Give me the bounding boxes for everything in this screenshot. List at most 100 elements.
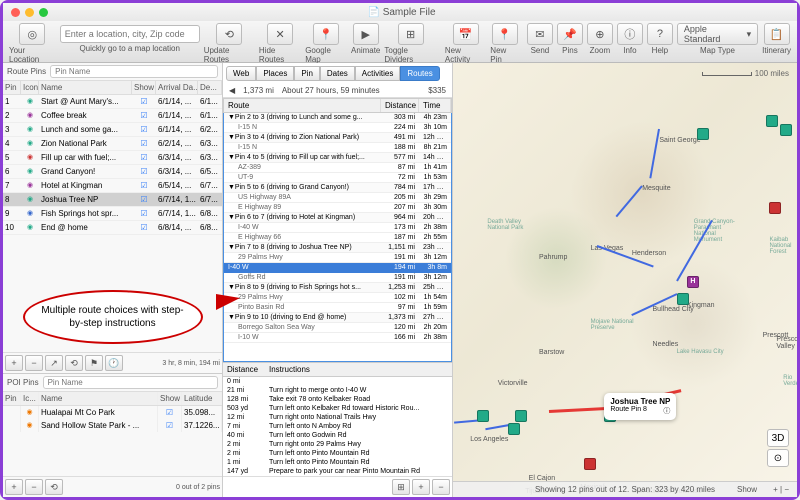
new-pin-button[interactable]: 📍 [492, 23, 518, 45]
instruction-row[interactable]: 0 mi [223, 377, 452, 386]
map-pin[interactable] [515, 410, 527, 422]
route-row[interactable]: I-15 N224 mi3h 10m [224, 123, 451, 133]
map-pin[interactable] [697, 128, 709, 140]
center-tool-3[interactable]: − [432, 479, 450, 495]
map-pin[interactable] [584, 458, 596, 470]
route-pin-row[interactable]: 8◉Joshua Tree NP☑6/7/14, 1...6/7... [3, 193, 222, 207]
route-row[interactable]: I-15 N188 mi8h 21m [224, 143, 451, 153]
remove-button[interactable]: − [25, 355, 43, 371]
instruction-row[interactable]: 1 miTurn left onto Pinto Mountain Rd [223, 458, 452, 467]
update-routes-button[interactable]: ⟲ [216, 23, 242, 45]
route-row[interactable]: UT-972 mi1h 53m [224, 173, 451, 183]
instruction-row[interactable]: 21 miTurn right to merge onto I-40 W [223, 386, 452, 395]
route-pin-row[interactable]: 3◉Lunch and some ga...☑6/1/14, ...6/2... [3, 123, 222, 137]
route-pin-row[interactable]: 6◉Grand Canyon!☑6/3/14, ...6/5... [3, 165, 222, 179]
poi-row[interactable]: ◉Hualapai Mt Co Park☑35.098... [3, 406, 222, 419]
tab-dates[interactable]: Dates [320, 66, 355, 81]
location-search-input[interactable] [60, 25, 200, 43]
route-row[interactable]: ▼Pin 9 to 10 (driving to End @ home)1,37… [224, 313, 451, 323]
pins-button[interactable]: 📌 [557, 23, 583, 45]
flag-icon[interactable]: ⚑ [85, 355, 103, 371]
route-row[interactable]: I-10 W166 mi2h 38m [224, 333, 451, 343]
instruction-row[interactable]: 503 ydTurn left onto Kelbaker Rd toward … [223, 404, 452, 413]
map-pin[interactable] [780, 124, 792, 136]
route-pin-row[interactable]: 1◉Start @ Aunt Mary's...☑6/1/14, ...6/1.… [3, 95, 222, 109]
poi-filter[interactable] [43, 376, 218, 389]
window-controls[interactable] [3, 8, 56, 17]
route-row[interactable]: 29 Palms Hwy102 mi1h 54m [224, 293, 451, 303]
route-row[interactable]: ▼Pin 3 to 4 (driving to Zion National Pa… [224, 133, 451, 143]
add-button[interactable]: + [5, 355, 23, 371]
route-row[interactable]: AZ-38987 mi1h 41m [224, 163, 451, 173]
new-activity-button[interactable]: 📅 [453, 23, 479, 45]
tab-activities[interactable]: Activities [355, 66, 401, 81]
route-pin-row[interactable]: 9◉Fish Springs hot spr...☑6/7/14, 1...6/… [3, 207, 222, 221]
route-row[interactable]: ▼Pin 8 to 9 (driving to Fish Springs hot… [224, 283, 451, 293]
route-pin-row[interactable]: 7◉Hotel at Kingman☑6/5/14, ...6/7... [3, 179, 222, 193]
route-row[interactable]: E Highway 66187 mi2h 55m [224, 233, 451, 243]
minimize-icon[interactable] [25, 8, 34, 17]
map-view[interactable]: 100 miles Las VegasHendersonSaint George… [453, 63, 797, 497]
center-tool-2[interactable]: + [412, 479, 430, 495]
map-pin[interactable]: H [687, 276, 699, 288]
map-3d-button[interactable]: 3D [767, 429, 789, 447]
route-pins-filter[interactable] [50, 65, 218, 78]
route-row[interactable]: ▼Pin 2 to 3 (driving to Lunch and some g… [224, 113, 451, 123]
map-pin[interactable] [508, 423, 520, 435]
route-row[interactable]: Pinto Basin Rd97 mi1h 59m [224, 303, 451, 313]
refresh-icon[interactable]: ⟲ [65, 355, 83, 371]
poi-refresh-icon[interactable]: ⟲ [45, 479, 63, 495]
close-icon[interactable] [11, 8, 20, 17]
route-row[interactable]: I-40 W173 mi2h 38m [224, 223, 451, 233]
poi-remove-button[interactable]: − [25, 479, 43, 495]
zoom-button[interactable]: ⊕ [587, 23, 613, 45]
poi-row[interactable]: ◉Sand Hollow State Park - ...☑37.1226... [3, 419, 222, 432]
instruction-row[interactable]: 147 ydPrepare to park your car near Pint… [223, 467, 452, 476]
itinerary-button[interactable]: 📋 [764, 23, 790, 45]
maximize-icon[interactable] [39, 8, 48, 17]
map-pin[interactable] [677, 293, 689, 305]
instruction-row[interactable]: 40 miTurn left onto Godwin Rd [223, 431, 452, 440]
info-button[interactable]: ⓘ [617, 23, 643, 45]
route-pin-row[interactable]: 10◉End @ home☑6/8/14, ...6/8... [3, 221, 222, 235]
instruction-row[interactable]: 12 miTurn right onto National Trails Hwy [223, 413, 452, 422]
route-row[interactable]: 29 Palms Hwy191 mi3h 12m [224, 253, 451, 263]
instruction-row[interactable]: 7 miTurn left onto N Amboy Rd [223, 422, 452, 431]
tab-pin[interactable]: Pin [294, 66, 320, 81]
route-row[interactable]: ▼Pin 5 to 6 (driving to Grand Canyon!)78… [224, 183, 451, 193]
map-pin[interactable] [477, 410, 489, 422]
animate-button[interactable]: ▶ [353, 23, 379, 45]
map-pin[interactable] [769, 202, 781, 214]
route-row[interactable]: Borrego Salton Sea Way120 mi2h 20m [224, 323, 451, 333]
tab-routes[interactable]: Routes [400, 66, 439, 81]
route-icon[interactable]: ↗ [45, 355, 63, 371]
tab-places[interactable]: Places [256, 66, 294, 81]
route-row[interactable]: Goffs Rd191 mi3h 12m [224, 273, 451, 283]
clock-icon[interactable]: 🕐 [105, 355, 123, 371]
instruction-row[interactable]: 2 miTurn right onto 29 Palms Hwy [223, 440, 452, 449]
map-pin[interactable] [766, 115, 778, 127]
send-button[interactable]: ✉ [527, 23, 553, 45]
route-pin-row[interactable]: 5◉Fill up car with fuel;...☑6/3/14, ...6… [3, 151, 222, 165]
google-map-button[interactable]: 📍 [313, 23, 339, 45]
map-type-select[interactable]: Apple Standard ▾ [677, 23, 758, 45]
route-row[interactable]: E Highway 89207 mi3h 30m [224, 203, 451, 213]
route-row[interactable]: ▼Pin 6 to 7 (driving to Hotel at Kingman… [224, 213, 451, 223]
center-tool-1[interactable]: ⊞ [392, 479, 410, 495]
instruction-row[interactable]: 128 miTake exit 78 onto Kelbaker Road [223, 395, 452, 404]
route-row[interactable]: US Highway 89A205 mi3h 29m [224, 193, 451, 203]
map-compass-icon[interactable]: ⊙ [767, 449, 789, 467]
route-pin-row[interactable]: 2◉Coffee break☑6/1/14, ...6/1... [3, 109, 222, 123]
instruction-row[interactable]: 2 miTurn left onto Pinto Mountain Rd [223, 449, 452, 458]
help-button[interactable]: ? [647, 23, 673, 45]
hide-routes-button[interactable]: ✕ [267, 23, 293, 45]
pin-popup[interactable]: Joshua Tree NPRoute Pin 8 ⓘ [604, 393, 676, 420]
tab-web[interactable]: Web [226, 66, 256, 81]
toggle-dividers-button[interactable]: ⊞ [398, 23, 424, 45]
route-row[interactable]: ▼Pin 7 to 8 (driving to Joshua Tree NP)1… [224, 243, 451, 253]
poi-add-button[interactable]: + [5, 479, 23, 495]
route-row[interactable]: I-40 W194 mi3h 8m [224, 263, 451, 273]
your-location-button[interactable]: ◎ [19, 23, 45, 45]
route-row[interactable]: ▼Pin 4 to 5 (driving to Fill up car with… [224, 153, 451, 163]
route-pin-row[interactable]: 4◉Zion National Park☑6/2/14, ...6/3... [3, 137, 222, 151]
